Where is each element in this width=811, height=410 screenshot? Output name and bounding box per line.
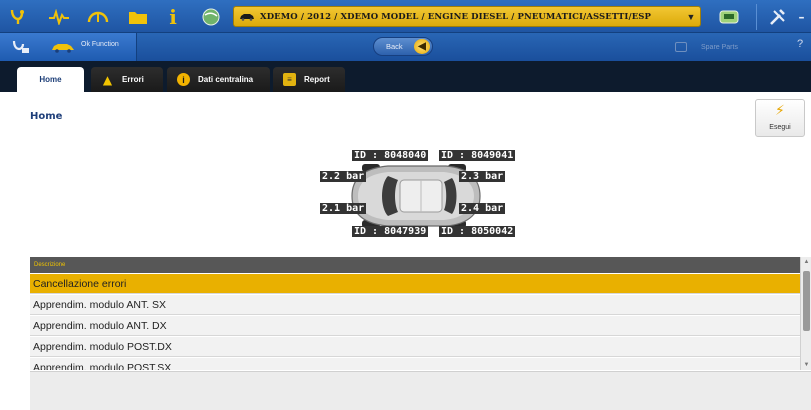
tools-icon[interactable]	[714, 4, 744, 30]
scroll-up-icon[interactable]: ▲	[801, 259, 811, 265]
tab-dati-centralina[interactable]: i Dati centralina	[167, 67, 270, 92]
list-item-label: Apprendim. modulo ANT. SX	[33, 299, 167, 311]
settings-icon[interactable]	[764, 4, 792, 30]
list-header: Descrizione	[30, 257, 800, 273]
page-title: Home	[30, 111, 63, 122]
execute-button-label: Esegui	[769, 124, 791, 131]
info-icon[interactable]: i	[159, 4, 187, 30]
function-bar: Ok Function Back ◀ Spare Parts ?	[0, 33, 811, 61]
spare-parts-icon	[675, 42, 687, 52]
spare-parts-button[interactable]: Spare Parts	[675, 38, 738, 56]
list-item-label: Apprendim. modulo ANT. DX	[33, 320, 167, 332]
spare-parts-label: Spare Parts	[701, 43, 738, 51]
tpms-pressure-front-left: 2.2 bar	[320, 171, 367, 182]
tpms-id-rear-left: ID : 8047939	[352, 226, 429, 237]
execute-button[interactable]: ⚡ Esegui	[755, 99, 805, 137]
tab-report-label: Report	[304, 75, 330, 84]
list-header-label: Descrizione	[34, 262, 66, 268]
main-toolbar: i XDEMO / 2012 / XDEMO MODEL / ENGINE DI…	[0, 0, 811, 33]
list-item[interactable]: Apprendim. modulo POST.SX	[30, 358, 800, 370]
vehicle-path-label: XDEMO / 2012 / XDEMO MODEL / ENGINE DIES…	[260, 11, 652, 22]
report-icon: ≡	[283, 73, 296, 86]
scrollbar-thumb[interactable]	[803, 271, 810, 331]
minimize-icon[interactable]: –	[792, 4, 811, 30]
list-item[interactable]: Cancellazione errori	[30, 274, 800, 294]
gauge-icon[interactable]	[84, 4, 112, 30]
ecg-icon[interactable]	[45, 4, 73, 30]
diagnosis-icon[interactable]	[11, 37, 31, 57]
function-panel: Ok Function	[0, 33, 137, 61]
back-button-label: Back	[386, 42, 403, 51]
tpms-id-rear-right: ID : 8050042	[439, 226, 516, 237]
back-button[interactable]: Back ◀	[373, 37, 433, 56]
list-item[interactable]: Apprendim. modulo ANT. DX	[30, 316, 800, 336]
tab-report[interactable]: ≡ Report	[273, 67, 345, 92]
list-item-label: Cancellazione errori	[33, 278, 127, 290]
tab-home[interactable]: Home	[17, 67, 84, 92]
list-scrollbar[interactable]: ▲ ▼	[800, 257, 811, 370]
tab-home-label: Home	[39, 75, 62, 84]
list-item-label: Apprendim. modulo POST.SX	[33, 362, 172, 370]
toolbar-divider	[756, 4, 757, 30]
globe-icon[interactable]	[197, 4, 225, 30]
vehicle-path-select[interactable]: XDEMO / 2012 / XDEMO MODEL / ENGINE DIES…	[233, 6, 701, 27]
car-icon	[234, 10, 260, 24]
tab-bar: Home ▲ Errori i Dati centralina ≡ Report	[0, 61, 811, 92]
main-panel: Home ⚡ Esegui ID : 8048040 ID : 8049041 …	[0, 92, 811, 410]
lightning-icon: ⚡	[775, 103, 785, 119]
tab-dati-centralina-label: Dati centralina	[198, 75, 254, 84]
function-list: Cancellazione errori Apprendim. modulo A…	[30, 274, 800, 370]
tpms-car-diagram: ID : 8048040 ID : 8049041 2.2 bar 2.3 ba…	[318, 150, 521, 240]
tab-errori-label: Errori	[122, 75, 144, 84]
tab-errori[interactable]: ▲ Errori	[91, 67, 163, 92]
tpms-pressure-rear-left: 2.1 bar	[320, 203, 367, 214]
info-icon: i	[177, 73, 190, 86]
car-function-icon	[51, 37, 75, 57]
tpms-pressure-rear-right: 2.4 bar	[459, 203, 506, 214]
list-item[interactable]: Apprendim. modulo ANT. SX	[30, 295, 800, 315]
details-panel	[30, 371, 811, 410]
list-item-label: Apprendim. modulo POST.DX	[33, 341, 172, 353]
help-icon[interactable]: ?	[797, 38, 803, 50]
diagnosis-icon[interactable]	[4, 4, 32, 30]
tpms-id-front-right: ID : 8049041	[439, 150, 516, 161]
chevron-down-icon: ▼	[686, 11, 696, 22]
tpms-pressure-front-right: 2.3 bar	[459, 171, 506, 182]
list-item[interactable]: Apprendim. modulo POST.DX	[30, 337, 800, 357]
back-arrow-icon: ◀	[414, 39, 430, 54]
function-label: Ok Function	[81, 41, 119, 48]
folder-icon[interactable]	[124, 4, 152, 30]
warning-icon: ▲	[102, 72, 113, 87]
scroll-down-icon[interactable]: ▼	[801, 362, 811, 368]
tpms-id-front-left: ID : 8048040	[352, 150, 429, 161]
